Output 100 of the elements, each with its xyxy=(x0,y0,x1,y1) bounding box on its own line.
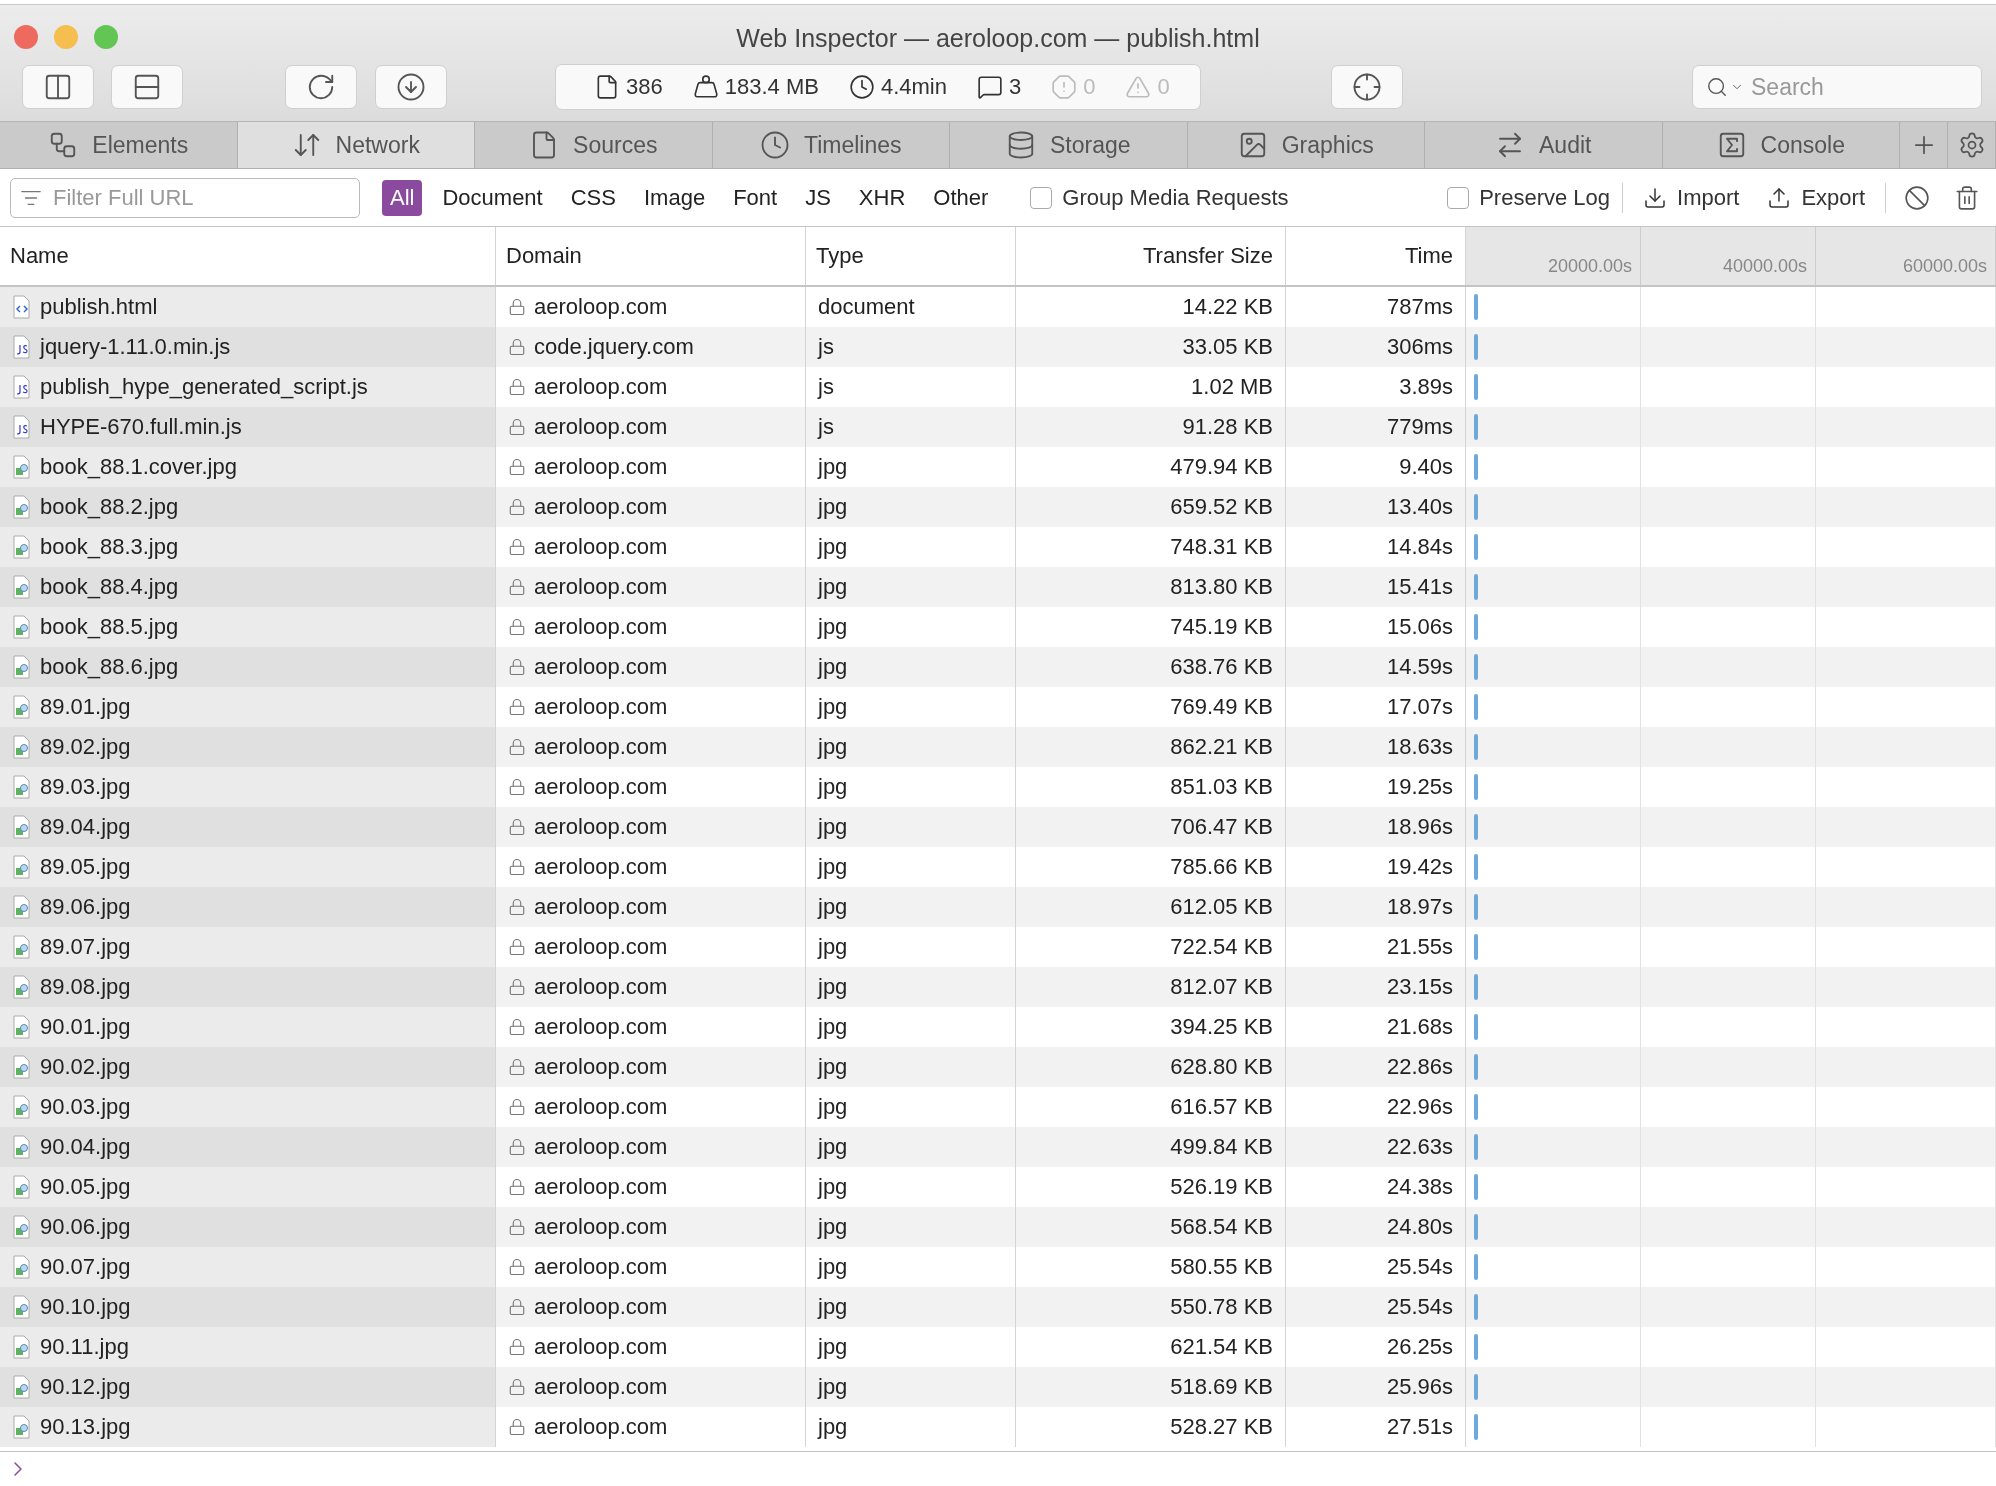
size-text: 659.52 KB xyxy=(1170,494,1273,520)
close-button[interactable] xyxy=(14,25,38,49)
size-text: 479.94 KB xyxy=(1170,454,1273,480)
file-name: book_88.6.jpg xyxy=(40,654,179,680)
waterfall-bar xyxy=(1474,654,1478,680)
lock-icon xyxy=(508,1418,526,1436)
waterfall-bar xyxy=(1474,534,1478,560)
type-text: jpg xyxy=(818,1414,848,1440)
time-text: 14.59s xyxy=(1386,654,1453,680)
tab-label: Elements xyxy=(92,131,189,159)
type-filter[interactable]: JS xyxy=(797,179,839,216)
type-text: jpg xyxy=(818,1214,848,1240)
error-icon xyxy=(1051,74,1078,100)
size-text: 638.76 KB xyxy=(1170,654,1273,680)
waterfall-bar xyxy=(1474,574,1478,600)
time-text: 25.54s xyxy=(1386,1294,1453,1320)
dock-bottom-button[interactable] xyxy=(111,65,183,109)
reload-button[interactable] xyxy=(285,65,357,109)
domain-text: code.jquery.com xyxy=(534,334,694,360)
time-text: 18.97s xyxy=(1386,894,1453,920)
lock-icon xyxy=(508,938,526,956)
export-button[interactable]: Export xyxy=(1759,184,1873,211)
filter-field[interactable]: Filter Full URL xyxy=(10,177,360,218)
type-filter[interactable]: All xyxy=(382,179,423,216)
column-header[interactable]: Domain xyxy=(496,227,806,285)
search-field[interactable]: Search xyxy=(1692,65,1982,109)
size-text: 745.19 KB xyxy=(1170,614,1273,640)
type-filter[interactable]: Document xyxy=(434,179,551,216)
waterfall-bar xyxy=(1474,854,1478,880)
waterfall-bar xyxy=(1474,294,1478,320)
stat-value: 0 xyxy=(1083,74,1096,100)
waterfall-bar xyxy=(1474,414,1478,440)
type-filter[interactable]: CSS xyxy=(562,179,624,216)
waterfall-bar xyxy=(1474,734,1478,760)
size-text: 722.54 KB xyxy=(1170,934,1273,960)
column-header[interactable]: Transfer Size xyxy=(1016,227,1286,285)
lock-icon xyxy=(508,1218,526,1236)
lock-icon xyxy=(508,1018,526,1036)
file-name: 90.03.jpg xyxy=(40,1094,131,1120)
size-text: 14.22 KB xyxy=(1182,294,1273,320)
time-text: 26.25s xyxy=(1386,1334,1453,1360)
type-filter[interactable]: XHR xyxy=(850,179,914,216)
image-file-icon xyxy=(12,1175,32,1199)
image-file-icon xyxy=(12,855,32,879)
domain-text: aeroloop.com xyxy=(534,494,668,520)
type-text: jpg xyxy=(818,654,848,680)
time-text: 3.89s xyxy=(1399,374,1453,400)
size-text: 812.07 KB xyxy=(1170,974,1273,1000)
import-button[interactable]: Import xyxy=(1635,184,1748,211)
time-text: 18.96s xyxy=(1386,814,1453,840)
waterfall-bar xyxy=(1474,1014,1478,1040)
lock-icon xyxy=(508,1338,526,1356)
time-text: 21.55s xyxy=(1386,934,1453,960)
type-text: js xyxy=(818,334,834,360)
file-name: book_88.3.jpg xyxy=(40,534,179,560)
image-file-icon xyxy=(12,495,32,519)
lock-icon xyxy=(508,858,526,876)
type-text: jpg xyxy=(818,494,848,520)
file-name: publish.html xyxy=(40,294,158,320)
waterfall-bar xyxy=(1474,974,1478,1000)
time-text: 306ms xyxy=(1386,334,1453,360)
download-icon xyxy=(396,72,426,102)
download-button[interactable] xyxy=(375,65,447,109)
size-text: 91.28 KB xyxy=(1182,414,1273,440)
column-header[interactable]: Type xyxy=(806,227,1016,285)
type-filter[interactable]: Font xyxy=(725,179,786,216)
file-name: 90.10.jpg xyxy=(40,1294,131,1320)
file-name: 90.04.jpg xyxy=(40,1134,131,1160)
target-button[interactable] xyxy=(1330,65,1403,109)
checkbox-label: Group Media Requests xyxy=(1062,184,1289,211)
waterfall-bar xyxy=(1474,1334,1478,1360)
upload-icon xyxy=(1767,185,1792,210)
checkbox[interactable] xyxy=(1447,186,1470,209)
type-text: jpg xyxy=(818,934,848,960)
type-text: jpg xyxy=(818,1094,848,1120)
domain-text: aeroloop.com xyxy=(534,1374,668,1400)
type-filter[interactable]: Other xyxy=(925,179,997,216)
dock-side-button[interactable] xyxy=(22,65,94,109)
waterfall-bar xyxy=(1474,1094,1478,1120)
stat-value: 183.4 MB xyxy=(724,74,819,100)
image-file-icon xyxy=(12,1335,32,1359)
domain-text: aeroloop.com xyxy=(534,894,668,920)
script-file-icon xyxy=(12,375,32,399)
type-text: jpg xyxy=(818,774,848,800)
checkbox[interactable] xyxy=(1030,186,1053,209)
type-filter[interactable]: Image xyxy=(636,179,714,216)
tab[interactable]: Network xyxy=(237,122,475,168)
checkbox-label: Preserve Log xyxy=(1479,184,1611,211)
clock-icon xyxy=(848,74,875,100)
time-text: 9.40s xyxy=(1399,454,1453,480)
size-text: 550.78 KB xyxy=(1170,1294,1273,1320)
size-text: 628.80 KB xyxy=(1170,1054,1273,1080)
waterfall-bar xyxy=(1474,1174,1478,1200)
time-text: 25.54s xyxy=(1386,1254,1453,1280)
type-text: jpg xyxy=(818,974,848,1000)
file-name: book_88.5.jpg xyxy=(40,614,179,640)
lock-icon xyxy=(508,338,526,356)
size-text: 748.31 KB xyxy=(1170,534,1273,560)
column-header[interactable]: Name xyxy=(0,227,496,285)
file-name: 90.11.jpg xyxy=(40,1334,129,1360)
